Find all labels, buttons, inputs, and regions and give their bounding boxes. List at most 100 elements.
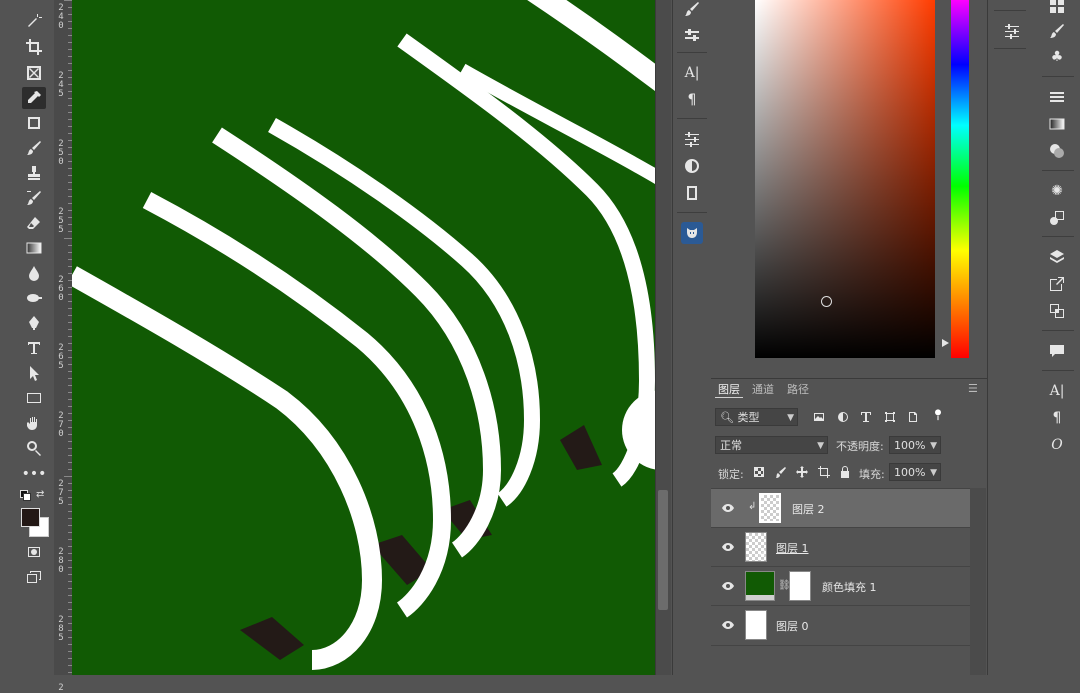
filter-smart-object-icon[interactable] <box>906 410 920 424</box>
properties-panel-button[interactable] <box>1001 20 1023 42</box>
hue-slider[interactable] <box>951 0 969 358</box>
stamp-icon <box>28 166 40 180</box>
history-brush-tool[interactable] <box>22 187 46 209</box>
fill-value: 100% <box>894 466 926 479</box>
layer-name[interactable]: 图层 0 <box>776 618 809 634</box>
layers-panel-button[interactable] <box>1046 246 1068 268</box>
zoom-tool[interactable] <box>22 437 46 459</box>
foreground-color-swatch[interactable] <box>21 508 40 527</box>
patch-icon <box>28 117 40 129</box>
patch-tool[interactable] <box>22 112 46 134</box>
eyedropper-tool[interactable] <box>22 87 46 109</box>
rectangle-tool[interactable] <box>22 387 46 409</box>
layers-scrollbar[interactable] <box>970 488 986 675</box>
opacity-input[interactable]: 100% ▼ <box>889 436 941 454</box>
channels-panel-button[interactable] <box>1046 300 1068 322</box>
screen-mode-button[interactable] <box>22 566 46 588</box>
layer-thumbnail[interactable] <box>745 610 767 640</box>
lock-transparent-pixels-icon[interactable] <box>752 465 766 479</box>
brush-presets-button[interactable] <box>681 24 703 46</box>
visibility-eye-icon[interactable] <box>721 619 735 631</box>
saturation-brightness-field[interactable] <box>755 0 935 358</box>
blend-mode-select[interactable]: 正常 ▼ <box>715 436 828 454</box>
lock-all-icon[interactable] <box>838 465 852 479</box>
path-selection-tool[interactable] <box>22 362 46 384</box>
fill-input[interactable]: 100% ▼ <box>889 463 941 481</box>
lock-image-pixels-icon[interactable] <box>774 465 788 479</box>
export-panel-button[interactable] <box>1046 273 1068 295</box>
gradients-panel-button[interactable] <box>1046 113 1068 135</box>
layer-row[interactable]: ⛓ 颜色填充 1 <box>711 566 970 606</box>
type-tool[interactable] <box>22 337 46 359</box>
panel-menu-icon[interactable]: ☰ <box>968 382 980 395</box>
dodge-tool[interactable] <box>22 287 46 309</box>
blur-tool[interactable] <box>22 262 46 284</box>
document-canvas[interactable] <box>72 0 655 675</box>
visibility-eye-icon[interactable] <box>721 502 735 514</box>
crop-tool[interactable] <box>22 36 46 58</box>
frame-tool[interactable] <box>22 62 46 84</box>
swatches-panel-button[interactable] <box>1046 0 1068 17</box>
checker-icon <box>754 467 764 477</box>
separator <box>677 212 707 213</box>
brush-tool[interactable] <box>22 137 46 159</box>
layer-row[interactable]: 图层 1 ☝ <box>711 527 970 567</box>
adjustments-panel-button[interactable] <box>681 128 703 150</box>
tab-layers[interactable]: 图层 <box>718 381 740 397</box>
clone-stamp-tool[interactable] <box>22 162 46 184</box>
character-panel-button[interactable]: A| <box>681 62 703 84</box>
hue-slider-marker[interactable] <box>942 339 949 347</box>
layer-name[interactable]: 颜色填充 1 <box>822 579 877 595</box>
shapes-panel-button[interactable] <box>1046 207 1068 229</box>
lock-artboard-icon[interactable] <box>817 465 831 479</box>
layer-name[interactable]: 图层 2 <box>792 501 825 517</box>
layer-filter-select[interactable]: 🔍︎ 类型 ▼ <box>715 408 798 426</box>
filter-pixel-icon[interactable] <box>812 410 826 424</box>
filter-adjustment-icon[interactable] <box>836 410 850 424</box>
swap-colors-icon[interactable]: ⇄ <box>36 489 44 500</box>
styles-panel-button[interactable] <box>681 155 703 177</box>
eraser-tool[interactable] <box>22 212 46 234</box>
plugin-panel-button[interactable] <box>681 222 703 244</box>
brushes-panel-button[interactable] <box>1046 20 1068 42</box>
lock-position-icon[interactable] <box>795 465 809 479</box>
pen-tool[interactable] <box>22 312 46 334</box>
brush-settings-button[interactable] <box>681 0 703 20</box>
comments-panel-button[interactable] <box>1046 340 1068 362</box>
patterns-panel-button[interactable] <box>1046 140 1068 162</box>
tab-channels[interactable]: 通道 <box>752 381 774 397</box>
layer-row[interactable]: 图层 0 <box>711 605 970 646</box>
visibility-eye-icon[interactable] <box>721 541 735 553</box>
layer-mask-thumbnail[interactable] <box>789 571 811 601</box>
layers-icon <box>1050 250 1064 263</box>
default-colors-icon[interactable] <box>20 490 31 501</box>
sliders-icon <box>685 132 699 147</box>
fill-layer-thumbnail[interactable] <box>745 571 775 601</box>
paragraph-panel-button[interactable]: ¶ <box>1046 407 1068 429</box>
filter-type-icon[interactable] <box>859 410 873 424</box>
filter-shape-icon[interactable] <box>883 410 897 424</box>
paragraph-panel-button[interactable]: ¶ <box>681 89 703 111</box>
layer-thumbnail[interactable] <box>759 493 781 523</box>
glyphs-panel-button[interactable]: O <box>1046 434 1068 456</box>
magic-wand-tool[interactable] <box>22 10 46 32</box>
tab-paths[interactable]: 路径 <box>787 381 809 397</box>
more-tools[interactable]: ••• <box>22 463 47 485</box>
libraries-panel-button[interactable] <box>681 182 703 204</box>
canvas-scroll-thumb[interactable] <box>658 490 668 610</box>
light-panel-button[interactable]: ✺ <box>1046 180 1068 202</box>
clone-source-panel-button[interactable]: ♣ <box>1046 46 1068 68</box>
separator <box>1042 330 1074 331</box>
character-panel-button[interactable]: A| <box>1046 380 1068 402</box>
quick-mask-button[interactable] <box>22 541 46 563</box>
hand-tool[interactable] <box>22 412 46 434</box>
layer-name[interactable]: 图层 1 <box>776 540 809 556</box>
layer-row[interactable]: ↲ 图层 2 <box>711 488 970 528</box>
gradient-tool[interactable] <box>22 237 46 259</box>
color-picker-ring[interactable] <box>821 296 832 307</box>
half-circle-icon <box>685 159 699 173</box>
filter-toggle[interactable] <box>931 408 945 422</box>
visibility-eye-icon[interactable] <box>721 580 735 592</box>
menu-lines-button[interactable] <box>1046 86 1068 108</box>
separator <box>1042 370 1074 371</box>
